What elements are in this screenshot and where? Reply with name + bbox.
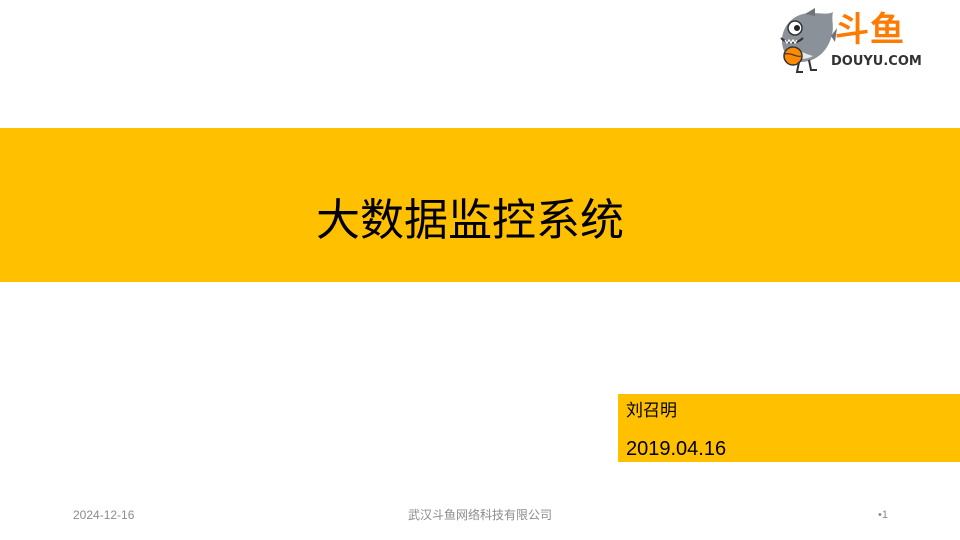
page-number: •1 — [878, 509, 888, 521]
presentation-date: 2019.04.16 — [626, 438, 727, 460]
logo-name-en: DOUYU.COM — [831, 54, 922, 69]
slide-title: 大数据监控系统 — [316, 195, 624, 246]
footer-date: 2024-12-16 — [73, 508, 135, 522]
author-box: 刘召明 2019.04.16 — [618, 394, 960, 462]
shark-mascot-icon — [780, 8, 837, 73]
logo-name-cn: 斗鱼 — [835, 10, 905, 50]
author-name: 刘召明 — [626, 401, 677, 421]
douyu-logo: 斗鱼 DOUYU.COM — [775, 8, 935, 76]
title-band: 大数据监控系统 — [0, 128, 960, 282]
footer-company: 武汉斗鱼网络科技有限公司 — [407, 508, 552, 522]
